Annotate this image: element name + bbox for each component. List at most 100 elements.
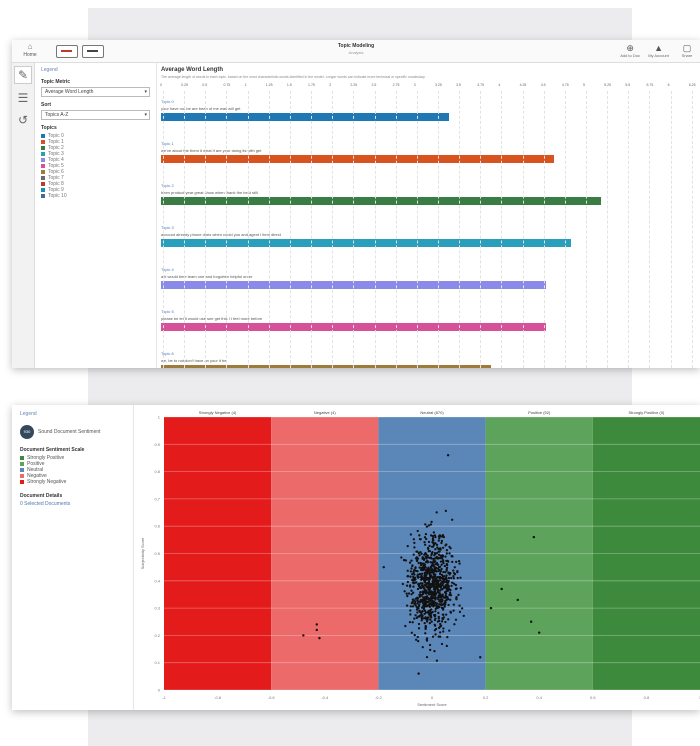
document-point[interactable] xyxy=(456,570,459,573)
document-point[interactable] xyxy=(451,518,454,521)
document-point[interactable] xyxy=(427,616,430,619)
document-point[interactable] xyxy=(429,534,433,537)
document-point[interactable] xyxy=(445,552,448,555)
document-point[interactable] xyxy=(410,567,413,570)
document-point[interactable] xyxy=(445,559,448,563)
document-point[interactable] xyxy=(412,553,415,556)
document-point[interactable] xyxy=(421,572,424,575)
document-point[interactable] xyxy=(432,545,435,548)
document-point[interactable] xyxy=(413,617,416,620)
document-point[interactable] xyxy=(405,584,409,587)
document-point[interactable] xyxy=(447,571,450,574)
document-point[interactable] xyxy=(423,580,427,584)
document-point[interactable] xyxy=(448,629,451,632)
document-point[interactable] xyxy=(413,541,416,545)
document-point[interactable] xyxy=(457,559,461,563)
document-point[interactable] xyxy=(434,592,438,595)
document-point[interactable] xyxy=(429,618,432,621)
document-point[interactable] xyxy=(437,626,441,629)
document-point[interactable] xyxy=(538,631,541,634)
document-point[interactable] xyxy=(432,579,435,582)
document-point[interactable] xyxy=(425,655,429,659)
document-point[interactable] xyxy=(409,605,412,608)
legend-header[interactable]: Legend xyxy=(20,411,125,417)
document-point[interactable] xyxy=(439,570,442,573)
document-point[interactable] xyxy=(424,551,427,555)
document-point[interactable] xyxy=(408,561,412,564)
document-point[interactable] xyxy=(433,575,437,578)
document-point[interactable] xyxy=(430,601,433,605)
document-point[interactable] xyxy=(441,533,445,537)
document-point[interactable] xyxy=(426,555,429,559)
document-point[interactable] xyxy=(416,611,419,614)
wrench-icon[interactable]: ✎ xyxy=(14,66,32,84)
document-point[interactable] xyxy=(428,588,431,592)
document-point[interactable] xyxy=(411,564,414,568)
document-point[interactable] xyxy=(441,576,445,579)
document-point[interactable] xyxy=(438,603,441,606)
document-point[interactable] xyxy=(429,611,432,614)
sliders-icon[interactable]: ☰ xyxy=(15,90,31,106)
document-point[interactable] xyxy=(445,549,449,552)
document-point[interactable] xyxy=(444,578,447,581)
document-point[interactable] xyxy=(437,569,440,573)
document-point[interactable] xyxy=(448,545,451,549)
document-point[interactable] xyxy=(429,648,432,652)
document-point[interactable] xyxy=(448,552,451,555)
document-point[interactable] xyxy=(435,511,438,514)
document-point[interactable] xyxy=(418,566,421,569)
document-point[interactable] xyxy=(427,550,430,553)
document-point[interactable] xyxy=(444,509,447,513)
document-point[interactable] xyxy=(427,547,430,551)
document-point[interactable] xyxy=(414,567,417,570)
document-point[interactable] xyxy=(459,576,462,579)
sentiment-class-item[interactable]: Strongly Negative xyxy=(20,479,125,485)
document-point[interactable] xyxy=(429,585,433,589)
document-point[interactable] xyxy=(411,573,414,576)
document-point[interactable] xyxy=(409,584,412,587)
document-point[interactable] xyxy=(442,627,445,630)
document-point[interactable] xyxy=(439,624,443,627)
document-point[interactable] xyxy=(446,598,449,601)
document-point[interactable] xyxy=(424,532,428,536)
document-point[interactable] xyxy=(419,563,423,567)
document-point[interactable] xyxy=(434,617,437,620)
document-point[interactable] xyxy=(452,577,455,580)
document-point[interactable] xyxy=(458,610,462,614)
document-point[interactable] xyxy=(409,575,412,578)
document-point[interactable] xyxy=(425,637,429,640)
document-point[interactable] xyxy=(437,576,440,579)
document-point[interactable] xyxy=(415,559,419,562)
document-point[interactable] xyxy=(418,534,421,537)
document-point[interactable] xyxy=(435,602,439,605)
document-point[interactable] xyxy=(449,588,452,592)
document-point[interactable] xyxy=(431,571,435,574)
document-point[interactable] xyxy=(433,534,437,537)
document-point[interactable] xyxy=(430,604,433,607)
document-point[interactable] xyxy=(405,592,408,595)
document-point[interactable] xyxy=(432,539,435,542)
document-point[interactable] xyxy=(432,542,435,545)
document-point[interactable] xyxy=(446,635,449,639)
document-point[interactable] xyxy=(404,559,407,562)
document-point[interactable] xyxy=(437,539,440,542)
document-point[interactable] xyxy=(416,529,419,533)
document-point[interactable] xyxy=(409,613,412,616)
document-point[interactable] xyxy=(406,580,410,584)
document-point[interactable] xyxy=(427,611,430,615)
document-point[interactable] xyxy=(427,581,430,585)
document-point[interactable] xyxy=(410,589,413,592)
topic-item[interactable]: Topic 10 xyxy=(41,193,150,199)
document-point[interactable] xyxy=(445,543,448,546)
document-point[interactable] xyxy=(413,573,416,576)
document-point[interactable] xyxy=(455,596,458,599)
document-point[interactable] xyxy=(445,584,448,587)
document-point[interactable] xyxy=(434,610,437,613)
document-point[interactable] xyxy=(452,575,455,578)
document-point[interactable] xyxy=(409,533,413,536)
document-point[interactable] xyxy=(458,604,461,607)
document-point[interactable] xyxy=(417,607,420,610)
document-point[interactable] xyxy=(435,543,439,546)
document-point[interactable] xyxy=(440,557,443,560)
topic-bar[interactable] xyxy=(161,155,555,163)
